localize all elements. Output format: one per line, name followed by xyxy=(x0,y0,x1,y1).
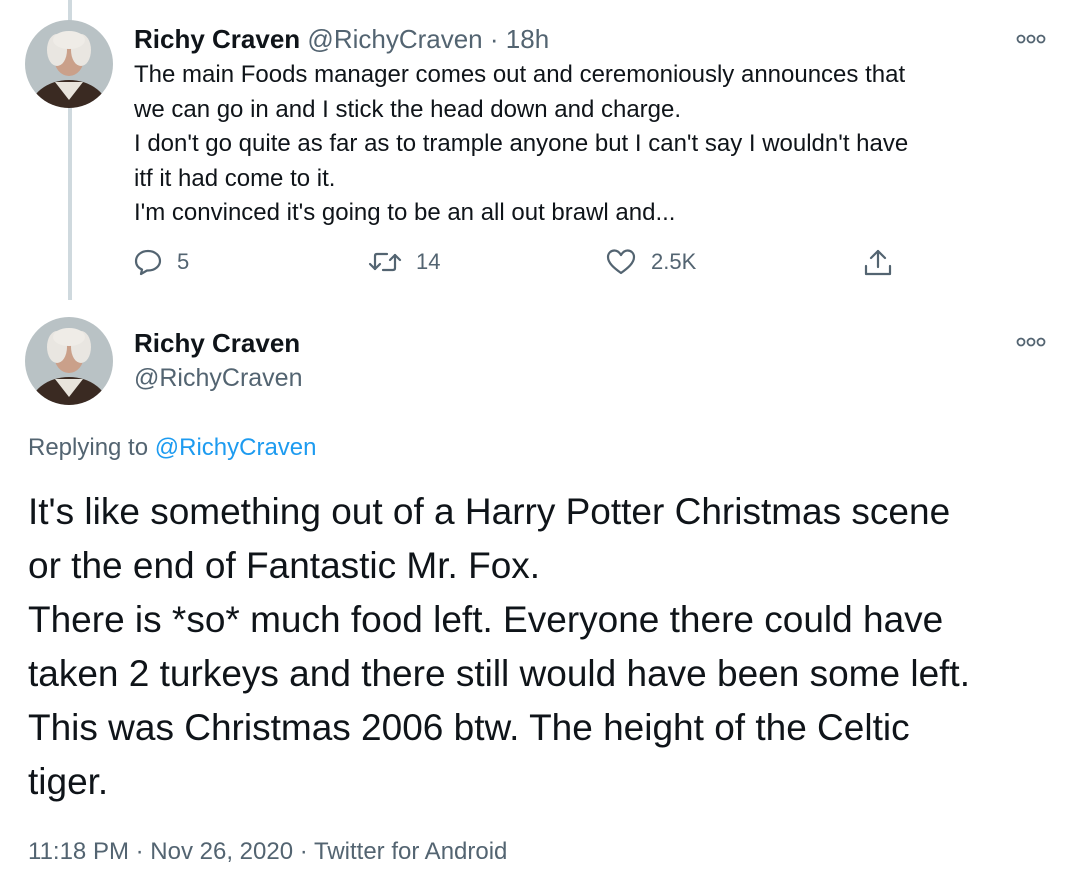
share-button[interactable] xyxy=(862,247,894,279)
tweet-text: The main Foods manager comes out and cer… xyxy=(134,58,1054,231)
tweet-line: or the end of Fantastic Mr. Fox. xyxy=(28,545,541,586)
tweet-date-link[interactable]: Nov 26, 2020 xyxy=(150,838,293,865)
tweet-source: Twitter for Android xyxy=(313,838,508,865)
like-count: 2.5K xyxy=(651,249,697,274)
tweet-time[interactable]: 18h xyxy=(506,24,549,54)
tweet-time-link[interactable]: 11:18 PM xyxy=(28,838,129,865)
tweet-line: taken 2 turkeys and there still would ha… xyxy=(28,653,970,694)
retweet-button[interactable]: 14 xyxy=(368,247,440,277)
retweet-count: 14 xyxy=(416,249,441,274)
like-button[interactable]: 2.5K xyxy=(605,247,696,277)
author-name[interactable]: Richy Craven xyxy=(134,24,300,54)
share-icon xyxy=(864,249,892,276)
more-icon[interactable] xyxy=(1016,32,1046,46)
reply-count: 5 xyxy=(177,249,190,274)
avatar[interactable] xyxy=(25,20,113,108)
author-handle[interactable]: @RichyCraven xyxy=(134,361,302,395)
author-name[interactable]: Richy Craven xyxy=(134,326,300,360)
tweet-header: Richy Craven @RichyCraven · 18h xyxy=(134,22,549,56)
tweet-line: There is *so* much food left. Everyone t… xyxy=(28,599,944,640)
tweet-line: This was Christmas 2006 btw. The height … xyxy=(28,707,910,748)
tweet-line: I'm convinced it's going to be an all ou… xyxy=(134,199,676,226)
tweet-line: we can go in and I stick the head down a… xyxy=(134,95,682,123)
more-icon[interactable] xyxy=(1016,335,1046,349)
tweet-line: It's like something out of a Harry Potte… xyxy=(28,491,951,532)
tweet-line: itf it had come to it. xyxy=(134,164,336,192)
tweet-line: The main Foods manager comes out and cer… xyxy=(134,61,906,88)
author-handle[interactable]: @RichyCraven xyxy=(307,24,482,54)
retweet-icon xyxy=(368,252,402,272)
avatar[interactable] xyxy=(25,317,113,405)
replying-to: Replying to @RichyCraven xyxy=(28,432,317,464)
replying-prefix: Replying to xyxy=(28,434,149,461)
heart-icon xyxy=(606,249,636,275)
tweet-text: It's like something out of a Harry Potte… xyxy=(28,485,1058,809)
replying-handle-link[interactable]: @RichyCraven xyxy=(155,434,317,461)
tweet-line: tiger. xyxy=(28,761,109,802)
reply-button[interactable]: 5 xyxy=(133,247,189,277)
separator: · xyxy=(489,24,499,54)
tweet-meta: 11:18 PM · Nov 26, 2020 · Twitter for An… xyxy=(28,835,507,869)
separator: · xyxy=(135,838,144,865)
tweet-line: I don't go quite as far as to trample an… xyxy=(134,130,909,157)
separator: · xyxy=(299,838,308,865)
reply-icon xyxy=(134,249,162,276)
